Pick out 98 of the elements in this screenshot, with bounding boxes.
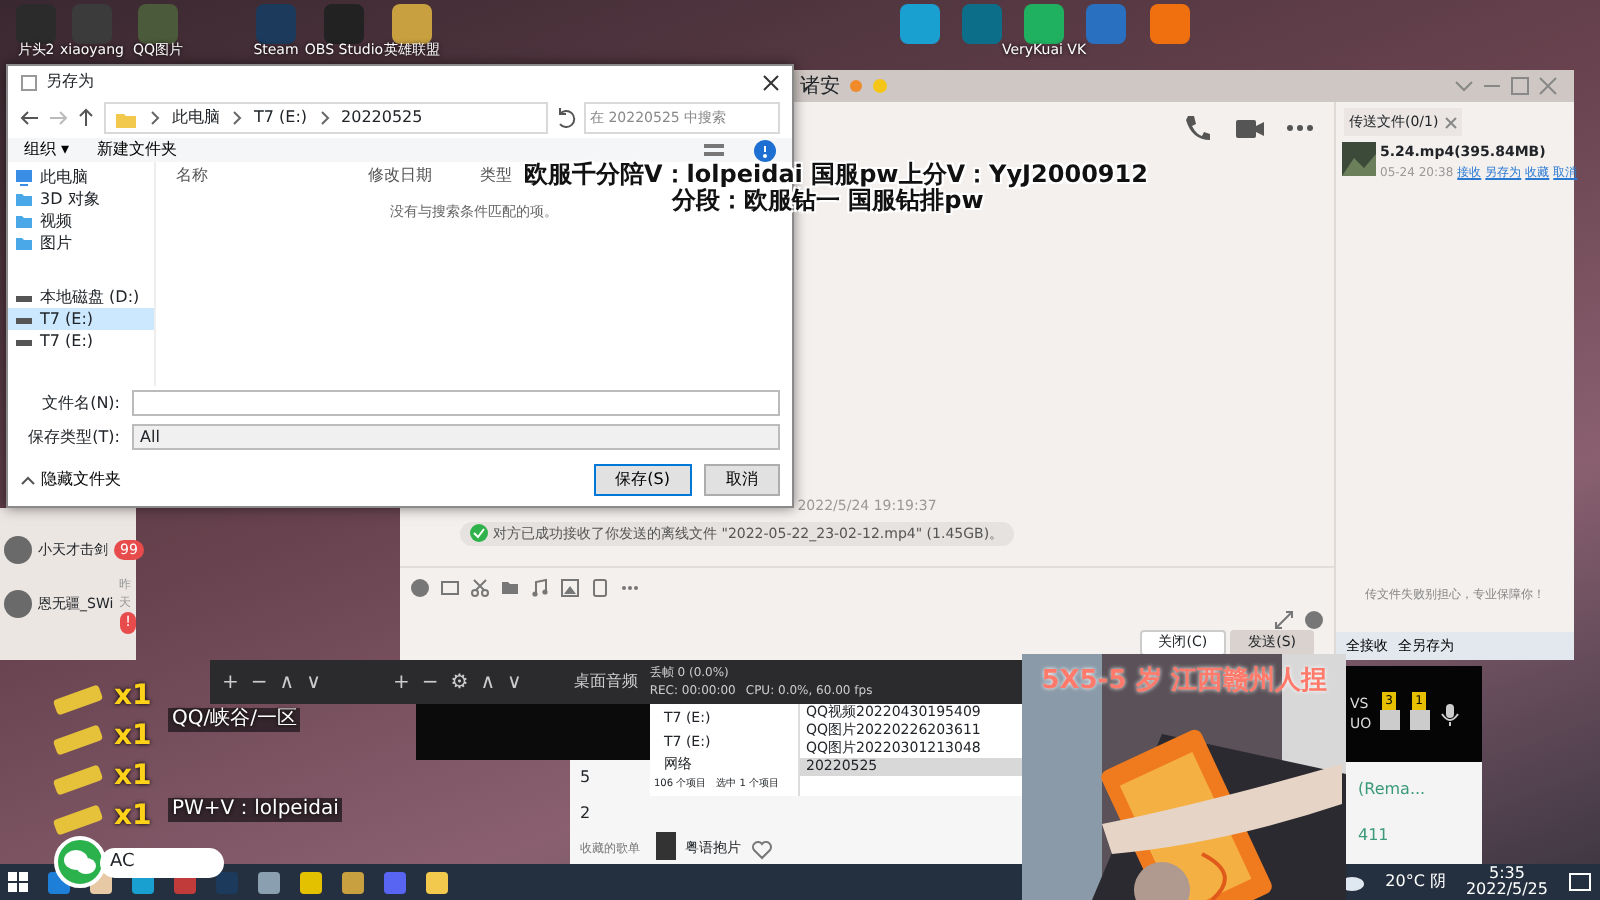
computer-icon: [14, 167, 34, 187]
control-button[interactable]: −: [250, 667, 268, 697]
taskbar-app-icon[interactable]: [426, 871, 448, 893]
chat-icon: [1377, 708, 1402, 732]
folder-icon: [500, 578, 520, 598]
picture-icon: [560, 578, 580, 598]
close-icon: [1443, 115, 1458, 129]
caret-icon: [20, 472, 36, 488]
album-icon: [655, 831, 675, 859]
app-icon[interactable]: [1150, 4, 1190, 44]
heart-icon: [751, 839, 771, 859]
up-icon: [76, 108, 96, 128]
column-header[interactable]: 名称: [176, 164, 208, 188]
dialog-title: 另存为: [46, 70, 96, 94]
notification-text: AC: [100, 847, 224, 877]
column-header[interactable]: 类型: [480, 164, 512, 188]
stream-overlay-text: 分段：欧服钻一 国服钻排pw: [672, 188, 984, 214]
avatar-icon: [4, 590, 32, 619]
window-title: 诸安: [800, 73, 840, 101]
taskbar-app-icon[interactable]: [342, 871, 364, 893]
weather-text: 20°C 阴: [1385, 870, 1446, 894]
image-icon: [440, 578, 460, 598]
control-button[interactable]: −: [421, 667, 439, 697]
music-icon: [530, 578, 550, 598]
avatar-icon: [4, 536, 32, 564]
row-number: 5: [580, 766, 593, 791]
refresh-icon: [556, 108, 576, 128]
collapse-icon: [1454, 76, 1474, 96]
nav-item[interactable]: 3D 对象: [8, 188, 154, 210]
phone-frame-icon: [590, 578, 610, 598]
forward-icon: [48, 108, 68, 128]
phone-icon: [1182, 112, 1214, 144]
comment-count: 411: [1358, 824, 1391, 849]
control-button[interactable]: ∧: [279, 667, 295, 697]
path-segment[interactable]: 20220525: [341, 106, 423, 130]
clock-time: 5:35: [1489, 866, 1525, 882]
gift-count: x1: [114, 718, 152, 756]
control-button[interactable]: ⚙: [450, 667, 469, 697]
chevron-icon: [150, 110, 160, 126]
clock-date: 2022/5/25: [1465, 882, 1548, 898]
filename-field[interactable]: [132, 390, 780, 416]
gift-count: x1: [114, 798, 152, 836]
toolbar-button[interactable]: 组织 ▾: [24, 138, 70, 162]
app-icon[interactable]: [1024, 4, 1064, 44]
app-icon[interactable]: [1086, 4, 1126, 44]
stream-overlay-text: 欧服千分陪V：lolpeidai 国服pw上分V：YyJ2000912: [524, 162, 1148, 188]
nav-item[interactable]: T7 (E:): [8, 330, 154, 352]
gift-count: x1: [114, 678, 152, 716]
back-icon: [20, 108, 40, 128]
chevron-icon: [319, 110, 330, 126]
app-icon[interactable]: [900, 4, 940, 44]
maximize-icon: [1510, 76, 1530, 96]
nav-item[interactable]: T7 (E:): [8, 308, 154, 330]
microphone-icon: [1437, 701, 1462, 727]
control-button[interactable]: +: [222, 667, 239, 697]
expand-icon: [1274, 610, 1294, 630]
column-header[interactable]: 修改日期: [368, 164, 432, 188]
nav-item[interactable]: 视频: [8, 210, 154, 232]
status-icon: [848, 78, 864, 94]
more-icon: [1286, 124, 1314, 132]
control-button[interactable]: ∧: [480, 667, 496, 697]
dialog-button[interactable]: 保存(S): [593, 464, 692, 496]
app-icon[interactable]: [962, 4, 1002, 44]
gift-count: x1: [114, 758, 152, 796]
close-icon: [1538, 76, 1558, 96]
control-button[interactable]: ∨: [507, 667, 522, 697]
window-icon: [20, 73, 38, 91]
start-icon: [8, 872, 28, 892]
row-number: 2: [580, 802, 593, 827]
file-type-dropdown[interactable]: All: [132, 424, 780, 450]
chevron-icon: [232, 110, 242, 126]
path-segment[interactable]: T7 (E:): [254, 106, 308, 130]
nav-item[interactable]: 图片: [8, 232, 154, 254]
path-segment[interactable]: 此电脑: [172, 106, 220, 130]
nav-item[interactable]: 本地磁盘 (D:): [8, 286, 154, 308]
address-bar[interactable]: 此电脑 T7 (E:) 20220525: [104, 102, 548, 134]
check-icon: [470, 524, 488, 543]
icon-label: PW+V：lolpeidai: [168, 798, 343, 822]
control-button[interactable]: +: [392, 667, 410, 697]
chat-app-icon: [54, 836, 106, 888]
app-icon[interactable]: [138, 4, 178, 44]
view-icon: [702, 140, 726, 160]
nav-item[interactable]: 此电脑: [8, 166, 154, 188]
control-button[interactable]: ∨: [306, 667, 321, 697]
hide-folders-toggle[interactable]: 隐藏文件夹: [20, 468, 121, 492]
field-label: 保存类型(T):: [26, 425, 120, 449]
scissors-icon: [470, 578, 490, 598]
app-icon[interactable]: [392, 4, 432, 44]
source-label: 桌面音频: [573, 670, 638, 694]
toolbar-button[interactable]: 新建文件夹: [97, 138, 178, 162]
close-icon: [762, 73, 780, 91]
chat-icon: [1407, 708, 1432, 732]
icon-label: QQ/峡谷/一区: [168, 708, 301, 732]
dialog-button[interactable]: 取消: [704, 464, 780, 496]
field-label: 文件名(N):: [40, 391, 120, 415]
taskbar-app-icon[interactable]: [300, 871, 322, 893]
level-icon: [872, 78, 888, 94]
taskbar-app-icon[interactable]: [216, 871, 238, 893]
